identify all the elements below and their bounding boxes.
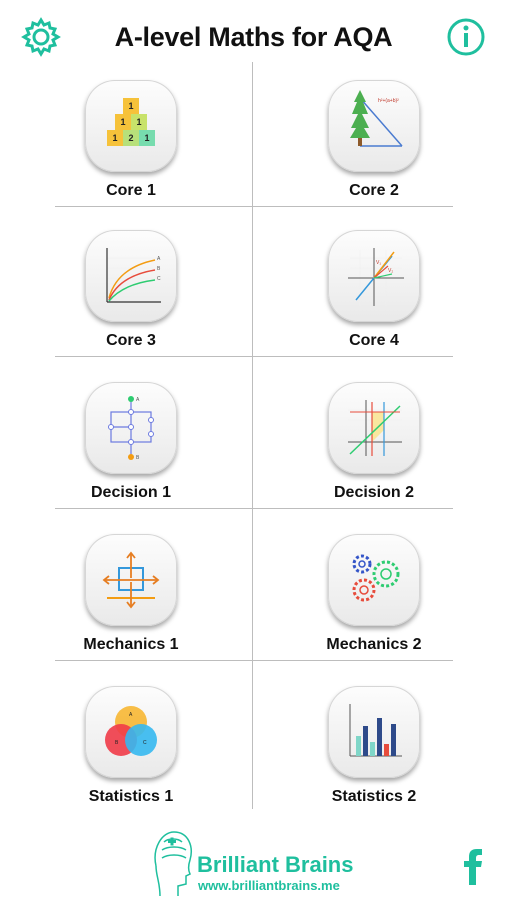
svg-text:V₁: V₁ <box>376 260 381 266</box>
svg-text:1: 1 <box>136 117 141 127</box>
brain-head-icon <box>154 831 192 897</box>
svg-text:1: 1 <box>128 101 133 111</box>
svg-text:1: 1 <box>120 117 125 127</box>
module-mechanics-1[interactable]: Mechanics 1 <box>55 522 205 672</box>
module-label: Decision 1 <box>90 484 172 501</box>
decision-2-tile[interactable] <box>328 382 420 474</box>
statistics-2-tile[interactable] <box>328 686 420 778</box>
module-core-1[interactable]: 1 1 1 1 2 1 Core 1 <box>55 68 205 218</box>
module-statistics-1[interactable]: A B C Statistics 1 <box>55 674 205 824</box>
page-title: A-level Maths for AQA <box>114 22 393 52</box>
module-core-2[interactable]: h²+(a+b)² Core 2 <box>298 68 448 218</box>
curve-graph-icon: A B C <box>106 248 161 303</box>
linear-programming-icon <box>348 400 402 456</box>
svg-text:B: B <box>157 266 161 272</box>
module-label: Mechanics 2 <box>326 636 422 653</box>
venn-diagram-icon: A B C <box>105 706 157 756</box>
statistics-1-tile[interactable]: A B C <box>85 686 177 778</box>
mechanics-2-tile[interactable] <box>328 534 420 626</box>
svg-text:C: C <box>143 740 147 746</box>
svg-text:V₂: V₂ <box>388 268 393 274</box>
module-label: Core 2 <box>349 182 399 199</box>
gears-icon <box>352 554 400 602</box>
decision-1-tile[interactable]: A B <box>85 382 177 474</box>
core-1-tile[interactable]: 1 1 1 1 2 1 <box>85 80 177 172</box>
module-label: Statistics 1 <box>88 788 174 805</box>
module-decision-1[interactable]: A B Decision 1 <box>55 370 205 520</box>
module-label: Statistics 2 <box>331 788 417 805</box>
vector-graph-icon: V₁ V₂ <box>348 248 404 306</box>
module-statistics-2[interactable]: Statistics 2 <box>298 674 448 824</box>
bar-chart-icon <box>349 704 402 757</box>
grid-divider-vertical <box>252 62 253 809</box>
core-2-tile[interactable]: h²+(a+b)² <box>328 80 420 172</box>
module-label: Core 3 <box>106 332 156 349</box>
svg-text:h²+(a+b)²: h²+(a+b)² <box>378 98 399 104</box>
flowchart-icon: A B <box>108 396 154 461</box>
svg-text:1: 1 <box>144 133 149 143</box>
module-label: Decision 2 <box>333 484 415 501</box>
tree-triangle-icon: h²+(a+b)² <box>350 90 403 147</box>
module-label: Core 1 <box>106 182 156 199</box>
svg-text:C: C <box>157 276 161 282</box>
module-core-4[interactable]: V₁ V₂ Core 4 <box>298 218 448 368</box>
number-blocks-icon: 1 1 1 1 2 1 <box>107 98 155 146</box>
svg-text:A: A <box>136 397 140 403</box>
module-label: Mechanics 1 <box>83 636 179 653</box>
info-icon[interactable] <box>445 16 487 58</box>
svg-text:A: A <box>157 256 161 262</box>
module-decision-2[interactable]: Decision 2 <box>298 370 448 520</box>
svg-text:2: 2 <box>128 133 133 143</box>
module-mechanics-2[interactable]: Mechanics 2 <box>298 522 448 672</box>
header: A-level Maths for AQA <box>0 0 507 62</box>
core-4-tile[interactable]: V₁ V₂ <box>328 230 420 322</box>
svg-text:B: B <box>136 455 140 461</box>
core-3-tile[interactable]: A B C <box>85 230 177 322</box>
facebook-icon[interactable] <box>458 843 488 887</box>
module-label: Core 4 <box>349 332 399 349</box>
svg-text:1: 1 <box>112 133 117 143</box>
brand-url[interactable]: www.brilliantbrains.me <box>198 878 340 893</box>
mechanics-1-tile[interactable] <box>85 534 177 626</box>
brand-name: Brilliant Brains <box>197 852 354 877</box>
module-core-3[interactable]: A B C Core 3 <box>55 218 205 368</box>
forces-icon <box>102 551 160 609</box>
